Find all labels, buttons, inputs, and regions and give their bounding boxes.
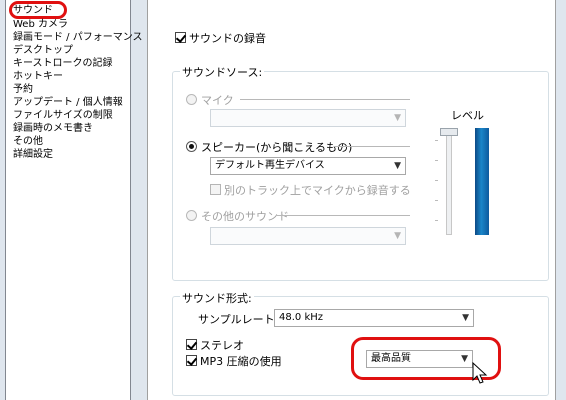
level-tick (435, 140, 438, 141)
level-slider-track[interactable] (446, 131, 452, 235)
sound-settings-panel: サウンドの録音 サウンドソース: マイク ▼ スピーカー(から聞こえるもの) デ… (147, 0, 556, 400)
sidebar-item-desktop[interactable]: デスクトップ (13, 45, 73, 57)
mic-radio[interactable] (186, 94, 197, 105)
mic-label: マイク (201, 94, 234, 107)
sidebar-item-advanced[interactable]: 詳細設定 (13, 149, 53, 161)
sidebar-item-other[interactable]: その他 (13, 136, 43, 148)
sidebar-item-memo[interactable]: 録画時のメモ書き (13, 123, 93, 135)
sidebar-item-hotkey[interactable]: ホットキー (13, 71, 63, 83)
separate-track-checkbox[interactable] (210, 184, 221, 195)
speaker-separator (334, 146, 410, 147)
other-sound-separator (276, 215, 410, 216)
chevron-down-icon: ▼ (394, 231, 401, 241)
sample-rate-label: サンプルレート: (198, 313, 279, 326)
level-tick (435, 220, 438, 221)
stereo-checkbox[interactable] (186, 339, 197, 350)
sidebar-item-recording-mode[interactable]: 録画モード / パフォーマンス (13, 32, 143, 44)
selection-highlight-oval (9, 1, 67, 19)
chevron-down-icon: ▼ (462, 313, 469, 323)
chevron-down-icon: ▼ (394, 161, 401, 171)
level-tick (435, 180, 438, 181)
stereo-label: ステレオ (200, 339, 244, 352)
sidebar-item-webcam[interactable]: Web カメラ (13, 19, 68, 31)
mp3-checkbox[interactable] (186, 355, 197, 366)
speaker-device-combo[interactable]: デフォルト再生デバイス ▼ (210, 157, 406, 175)
other-sound-radio[interactable] (186, 210, 197, 221)
sidebar-item-keystroke[interactable]: キーストロークの記録 (13, 58, 113, 70)
sound-format-title: サウンド形式: (180, 290, 254, 306)
record-sound-label: サウンドの録音 (189, 32, 266, 45)
sidebar-item-schedule[interactable]: 予約 (13, 84, 33, 96)
mp3-label: MP3 圧縮の使用 (200, 355, 282, 368)
chevron-down-icon: ▼ (394, 113, 401, 123)
sound-source-title: サウンドソース: (180, 64, 265, 80)
settings-sidebar: サウンド Web カメラ 録画モード / パフォーマンス デスクトップ キースト… (5, 0, 143, 400)
sidebar-item-file-size[interactable]: ファイルサイズの制限 (13, 110, 113, 122)
level-tick (435, 200, 438, 201)
level-tick (435, 160, 438, 161)
level-label: レベル (451, 109, 484, 122)
sample-rate-combo[interactable]: 48.0 kHz ▼ (274, 309, 474, 327)
mouse-cursor-icon (472, 362, 488, 384)
other-sound-label: その他のサウンド (201, 210, 289, 223)
level-meter (475, 128, 489, 235)
record-sound-checkbox[interactable] (175, 32, 186, 43)
mic-separator (240, 99, 410, 100)
level-slider-thumb[interactable] (440, 128, 458, 136)
sidebar-item-update[interactable]: アップデート / 個人情報 (13, 97, 123, 109)
speaker-label: スピーカー(から聞こえるもの) (201, 141, 353, 154)
speaker-radio[interactable] (186, 141, 197, 152)
mic-device-combo[interactable]: ▼ (210, 109, 406, 127)
separate-track-label: 別のトラック上でマイクから録音する (224, 184, 411, 197)
other-sound-combo[interactable]: ▼ (210, 227, 406, 245)
